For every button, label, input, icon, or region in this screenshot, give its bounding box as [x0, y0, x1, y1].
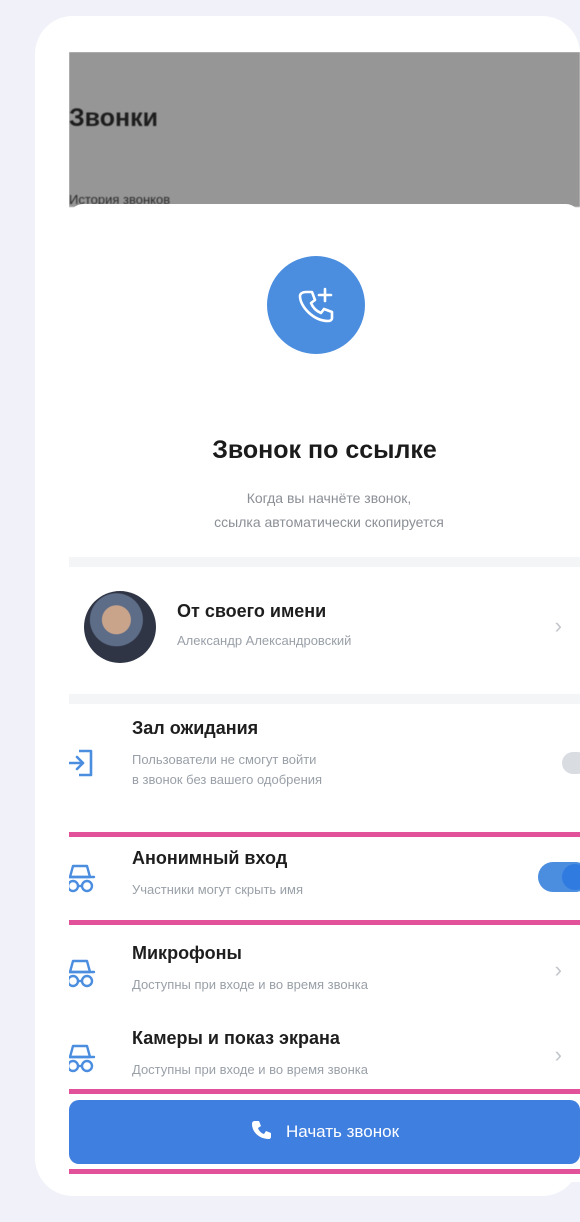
enter-door-icon — [69, 746, 97, 785]
incognito-icon — [69, 862, 97, 901]
anonymous-entry-title: Анонимный вход — [132, 848, 288, 868]
cameras-title: Камеры и показ экрана — [132, 1028, 340, 1048]
description-line-1: Когда вы начнёте звонок, — [246, 490, 412, 506]
chevron-right-icon: › — [554, 613, 562, 638]
call-by-link-sheet: Звонок по ссылке Когда вы начнёте звонок… — [69, 204, 580, 1182]
anonymous-entry-row[interactable]: Анонимный вход Участники могут скрыть им… — [69, 844, 580, 914]
cameras-subtitle: Доступны при входе и во время звонка — [132, 1062, 368, 1077]
anonymous-entry-subtitle: Участники могут скрыть имя — [132, 882, 304, 897]
microphones-title: Микрофоны — [132, 943, 242, 963]
phone-screen: Звонки История звонков Звонок по ссылке … — [69, 52, 580, 1182]
description-line-2: ссылка автоматически скопируется — [214, 514, 444, 530]
waiting-room-toggle[interactable] — [562, 752, 580, 774]
highlight-line — [69, 832, 580, 837]
chevron-right-icon: › — [554, 957, 562, 982]
incognito-icon — [69, 957, 97, 996]
incognito-icon — [69, 1042, 97, 1081]
waiting-room-subtitle: Пользователи не смогут войти в звонок бе… — [132, 750, 492, 790]
highlight-line — [69, 1169, 580, 1174]
call-link-icon — [267, 256, 365, 354]
start-call-button[interactable]: Начать звонок — [69, 1100, 580, 1164]
waiting-room-subtitle-line-2: в звонок без вашего одобрения — [132, 772, 323, 787]
anonymous-entry-toggle[interactable] — [538, 862, 580, 892]
account-title: От своего имени — [177, 601, 327, 621]
waiting-room-row[interactable]: Зал ожидания Пользователи не смогут войт… — [69, 714, 580, 814]
avatar — [84, 591, 156, 663]
section-divider — [69, 694, 580, 704]
waiting-room-title: Зал ожидания — [132, 718, 259, 738]
chevron-right-icon: › — [554, 1042, 562, 1067]
microphones-subtitle: Доступны при входе и во время звонка — [132, 977, 368, 992]
cameras-row[interactable]: Камеры и показ экрана Доступны при входе… — [69, 1024, 580, 1094]
sheet-title: Звонок по ссылке — [212, 436, 437, 464]
section-divider — [69, 557, 580, 567]
account-row[interactable]: От своего имени Александр Александровски… — [69, 591, 580, 671]
sheet-description: Когда вы начнёте звонок, ссылка автомати… — [99, 486, 559, 534]
toggle-knob — [562, 864, 580, 890]
phone-icon — [250, 1119, 272, 1146]
calls-title: Звонки — [69, 104, 158, 132]
microphones-row[interactable]: Микрофоны Доступны при входе и во время … — [69, 939, 580, 1009]
highlight-line — [69, 1089, 580, 1094]
start-call-label: Начать звонок — [285, 1122, 400, 1141]
highlight-line — [69, 920, 580, 925]
waiting-room-subtitle-line-1: Пользователи не смогут войти — [132, 752, 317, 767]
account-subtitle: Александр Александровский — [177, 633, 352, 648]
calls-screen-backdrop: Звонки История звонков — [69, 52, 580, 207]
